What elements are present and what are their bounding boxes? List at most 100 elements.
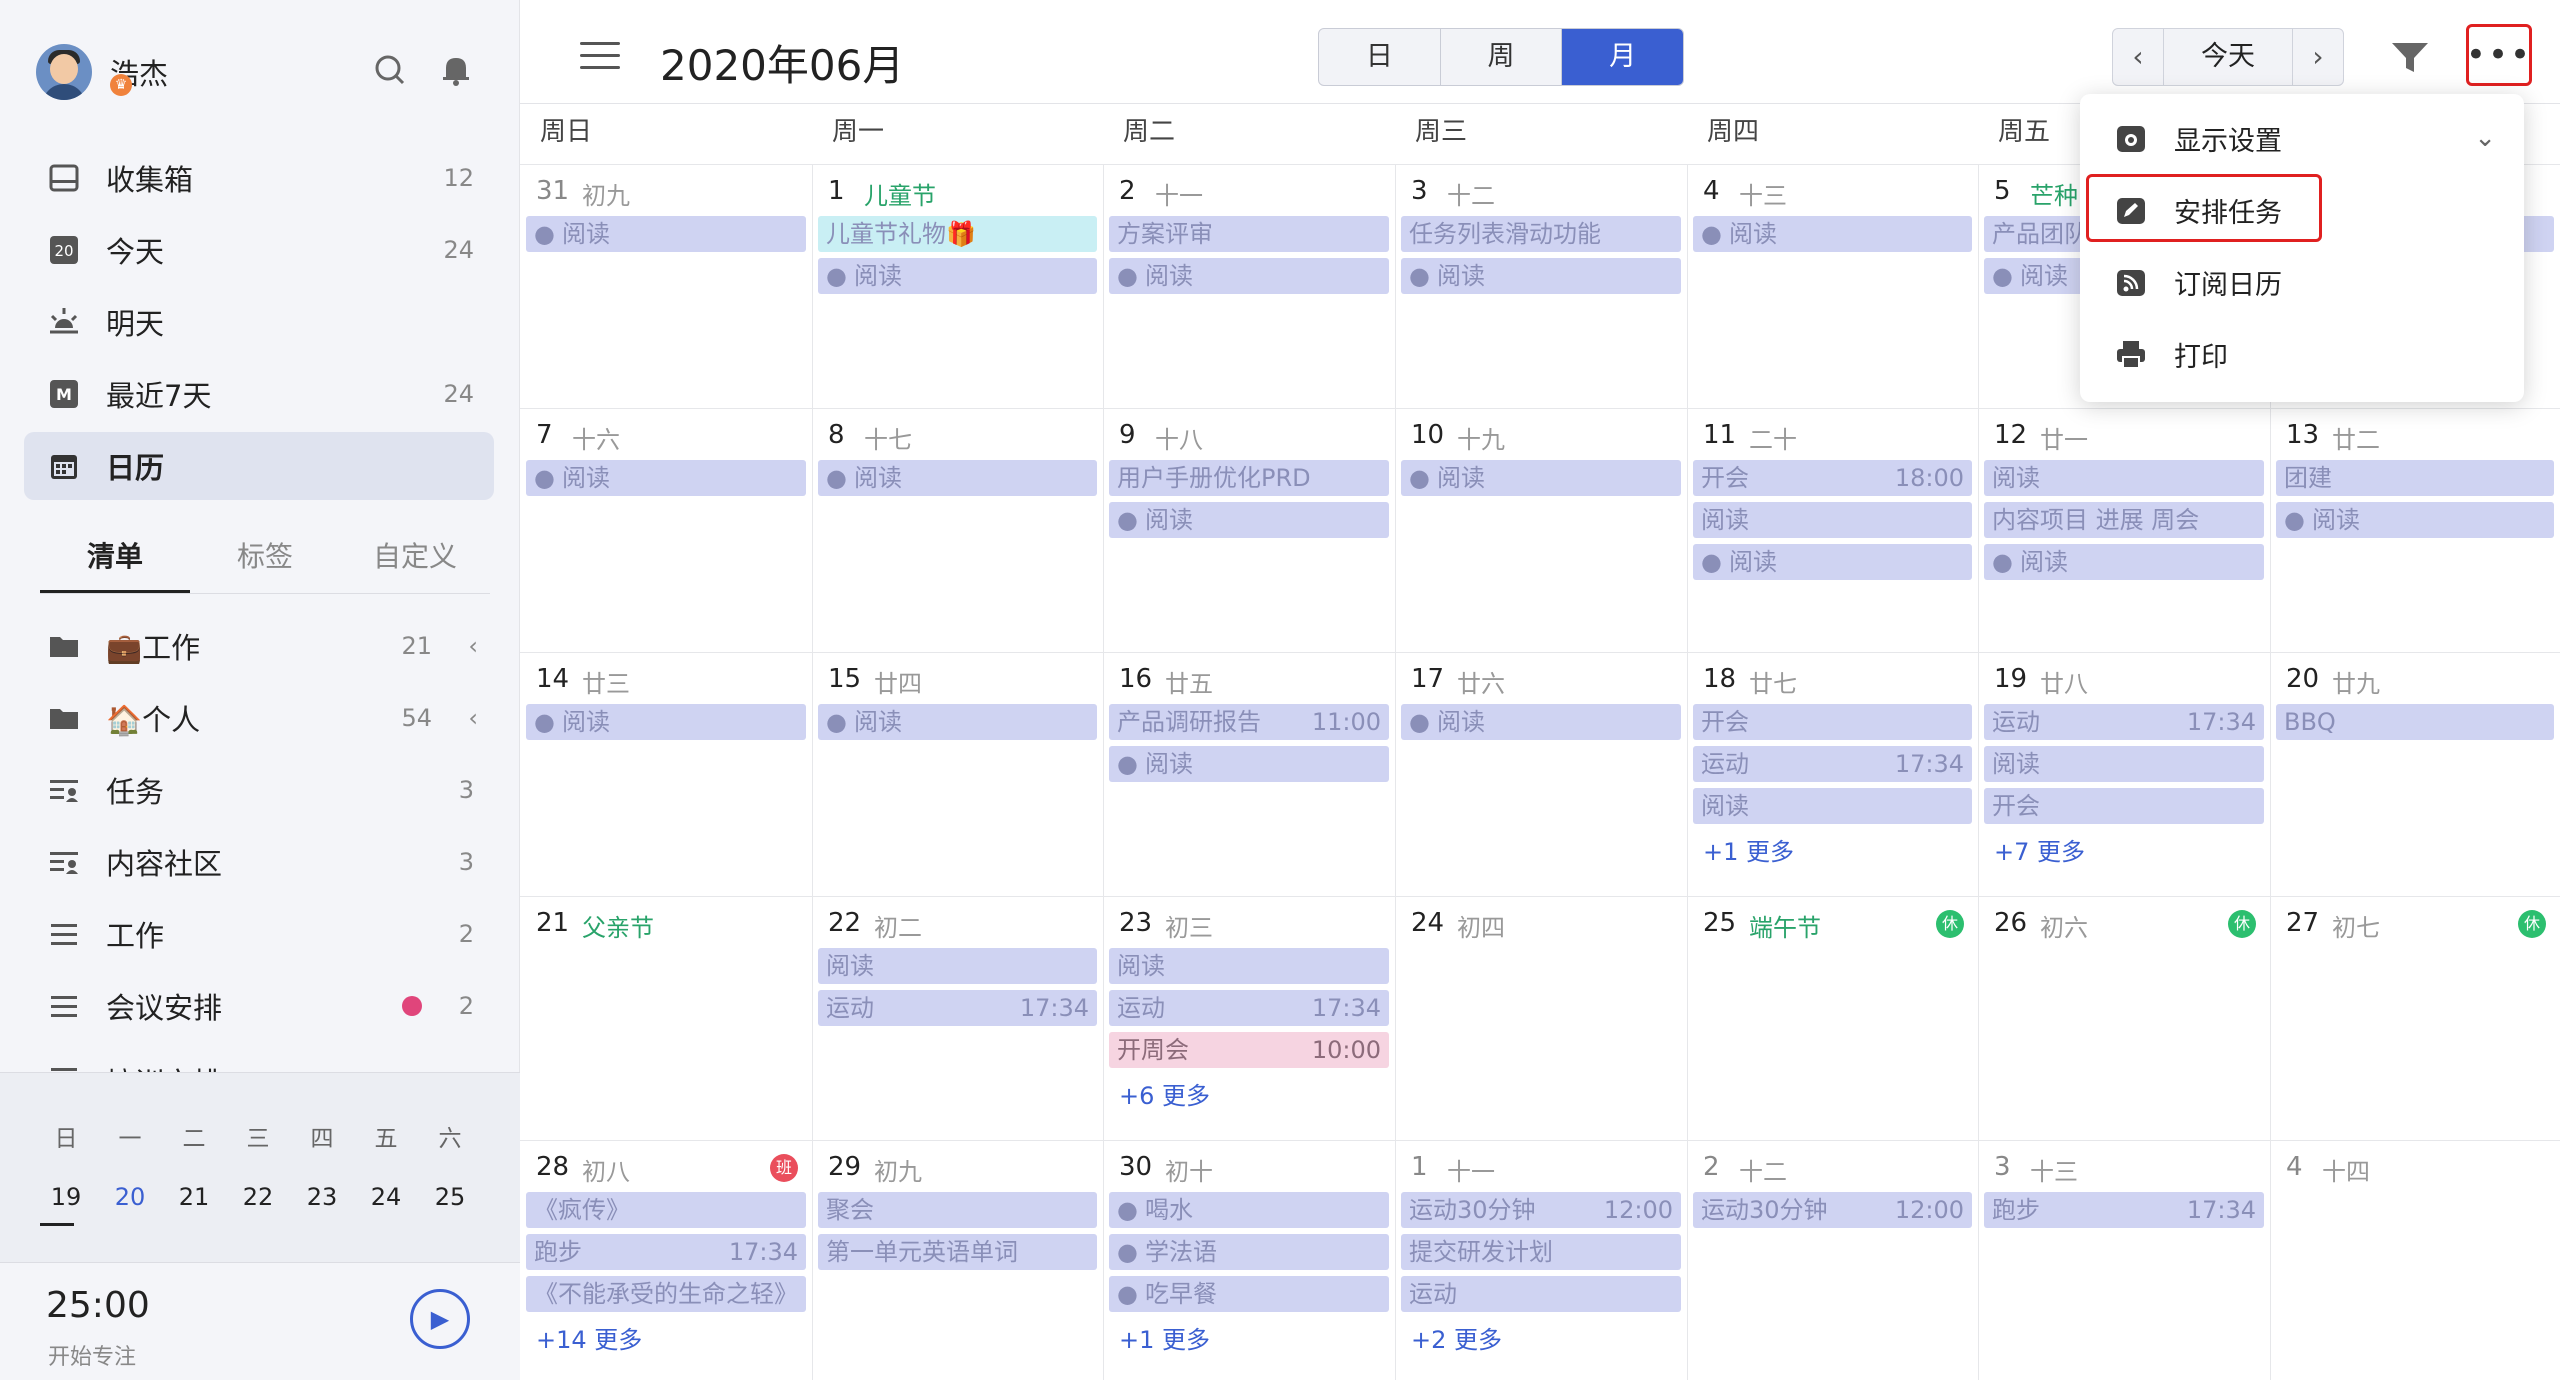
event-item[interactable]: ●阅读 [818,460,1097,496]
event-item[interactable]: 阅读 [1984,460,2264,496]
sidebar-item-inbox[interactable]: 收集箱 12 [24,144,494,212]
mini-day[interactable]: 19 [34,1183,98,1211]
event-item[interactable]: ●阅读 [1693,216,1972,252]
day-cell[interactable]: 26 初六 休 [1978,896,2270,1140]
today-button[interactable]: 今天 [2163,29,2293,85]
chevron-right-icon[interactable]: › [2293,29,2343,85]
more-events-link[interactable]: +6 更多 [1119,1076,1210,1111]
sidebar-item-list[interactable]: 任务 3 [24,756,494,824]
event-item[interactable]: ●阅读 [1401,704,1681,740]
event-item[interactable]: 阅读 [1693,502,1972,538]
play-icon[interactable]: ▶ [410,1289,470,1349]
event-item[interactable]: 运动 17:34 [1693,746,1972,782]
day-cell[interactable]: 9 十八 用户手册优化PRD ● 阅读 [1103,408,1395,652]
event-item[interactable]: 内容项目 进展 周会 [1984,502,2264,538]
mini-day-today[interactable]: 20 [98,1183,162,1211]
event-item[interactable]: ●阅读 [1109,746,1389,782]
event-item[interactable]: ● 学法语 [1109,1234,1389,1270]
chevron-left-icon[interactable]: ‹ [468,704,478,732]
search-icon[interactable] [370,50,410,90]
event-item[interactable]: ●阅读 [1401,258,1681,294]
day-cell[interactable]: 3 十三 跑步 17:34 [1978,1140,2270,1380]
day-cell[interactable]: 1 十一 运动30分钟 12:00 提交研发计划 运动 +2 更多 [1395,1140,1687,1380]
event-item[interactable]: 阅读 [818,948,1097,984]
event-item[interactable]: 运动 17:34 [818,990,1097,1026]
day-cell[interactable]: 23 初三 阅读 运动 17:34 开周会 10:00 +6 更多 [1103,896,1395,1140]
event-item[interactable]: 团建 [2276,460,2554,496]
event-item[interactable]: ● 吃早餐 [1109,1276,1389,1312]
day-cell[interactable]: 24 初四 [1395,896,1687,1140]
event-item[interactable]: 运动30分钟 12:00 [1693,1192,1972,1228]
sidebar-item-list[interactable]: 工作 2 [24,900,494,968]
day-cell[interactable]: 16 廿五 产品调研报告 11:00 ● 阅读 [1103,652,1395,896]
day-cell[interactable]: 20 廿九 BBQ [2270,652,2560,896]
sidebar-item-list[interactable]: 内容社区 3 [24,828,494,896]
more-events-link[interactable]: +7 更多 [1994,832,2085,867]
mini-day[interactable]: 25 [418,1183,482,1211]
event-item[interactable]: 任务列表滑动功能 [1401,216,1681,252]
day-cell[interactable]: 15 廿四 ● 阅读 [812,652,1103,896]
event-item[interactable]: ● 喝水 [1109,1192,1389,1228]
event-item[interactable]: ●阅读 [1693,544,1972,580]
event-item[interactable]: ●阅读 [526,704,806,740]
event-item[interactable]: ●阅读 [1401,460,1681,496]
menu-item-print[interactable]: 打印 [2080,318,2524,390]
event-item[interactable]: 聚会 [818,1192,1097,1228]
mini-day[interactable]: 24 [354,1183,418,1211]
event-item[interactable]: 《疯传》 [526,1192,806,1228]
day-cell[interactable]: 14 廿三 ● 阅读 [520,652,812,896]
day-cell[interactable]: 2 十一 方案评审 ● 阅读 [1103,164,1395,408]
tab-tags[interactable]: 标签 [190,532,340,593]
event-item[interactable]: ●阅读 [1109,258,1389,294]
event-item[interactable]: ●阅读 [1984,544,2264,580]
sidebar-item-calendar[interactable]: 日历 [24,432,494,500]
day-cell[interactable]: 28 初八 班《疯传》 跑步 17:34 《不能承受的生命之轻》 +14 更多 [520,1140,812,1380]
menu-item-display-settings[interactable]: 显示设置 ⌄ [2080,102,2524,174]
more-events-link[interactable]: +14 更多 [536,1320,642,1355]
event-item[interactable]: 《不能承受的生命之轻》 [526,1276,806,1312]
day-cell[interactable]: 29 初九 聚会 第一单元英语单词 [812,1140,1103,1380]
day-cell[interactable]: 7 十六 ● 阅读 [520,408,812,652]
event-item[interactable]: 运动30分钟 12:00 [1401,1192,1681,1228]
day-cell[interactable]: 8 十七 ● 阅读 [812,408,1103,652]
event-item[interactable]: 儿童节礼物🎁 [818,216,1097,252]
sidebar-item-list[interactable]: 🏠个人 54 ‹ [24,684,494,752]
day-cell[interactable]: 3 十二 任务列表滑动功能 ● 阅读 [1395,164,1687,408]
day-cell[interactable]: 22 初二 阅读 运动 17:34 [812,896,1103,1140]
event-item[interactable]: 用户手册优化PRD [1109,460,1389,496]
user-profile[interactable]: ♛ 浩杰 [36,38,168,106]
view-week-button[interactable]: 周 [1441,29,1563,85]
day-cell[interactable]: 11 二十 开会 18:00 阅读 ● 阅读 [1687,408,1978,652]
day-cell[interactable]: 13 廿二 团建 ● 阅读 [2270,408,2560,652]
day-cell[interactable]: 10 十九 ● 阅读 [1395,408,1687,652]
sidebar-item-list[interactable]: 💼工作 21 ‹ [24,612,494,680]
event-item[interactable]: ●阅读 [526,460,806,496]
event-item[interactable]: 跑步 17:34 [1984,1192,2264,1228]
event-item[interactable]: 方案评审 [1109,216,1389,252]
event-item[interactable]: 运动 [1401,1276,1681,1312]
event-item[interactable]: ●阅读 [818,258,1097,294]
day-cell[interactable]: 31 初九 ● 阅读 [520,164,812,408]
event-item[interactable]: 开会 18:00 [1693,460,1972,496]
event-item[interactable]: 阅读 [1109,948,1389,984]
event-item[interactable]: 运动 17:34 [1984,704,2264,740]
event-item[interactable]: 产品调研报告 11:00 [1109,704,1389,740]
day-cell[interactable]: 18 廿七 开会 运动 17:34 阅读 +1 更多 [1687,652,1978,896]
day-cell[interactable]: 1 儿童节 儿童节礼物🎁 ● 阅读 [812,164,1103,408]
filter-icon[interactable] [2390,40,2430,76]
event-item[interactable]: 运动 17:34 [1109,990,1389,1026]
bell-icon[interactable] [436,50,476,90]
chevron-left-icon[interactable]: ‹ [468,632,478,660]
sidebar-item-today[interactable]: 20 今天 24 [24,216,494,284]
more-events-link[interactable]: +2 更多 [1411,1320,1502,1355]
event-item[interactable]: 阅读 [1984,746,2264,782]
day-cell[interactable]: 12 廿一 阅读 内容项目 进展 周会 ● 阅读 [1978,408,2270,652]
day-cell[interactable]: 27 初七 休 [2270,896,2560,1140]
sidebar-item-tomorrow[interactable]: 明天 [24,288,494,356]
day-cell[interactable]: 30 初十 ● 喝水 ● 学法语 ● 吃早餐 +1 更多 [1103,1140,1395,1380]
more-options-button[interactable]: ••• [2466,24,2532,86]
mini-day[interactable]: 23 [290,1183,354,1211]
sidebar-item-next7[interactable]: M 最近7天 24 [24,360,494,428]
more-events-link[interactable]: +1 更多 [1119,1320,1210,1355]
day-cell[interactable]: 19 廿八 运动 17:34 阅读 开会 +7 更多 [1978,652,2270,896]
